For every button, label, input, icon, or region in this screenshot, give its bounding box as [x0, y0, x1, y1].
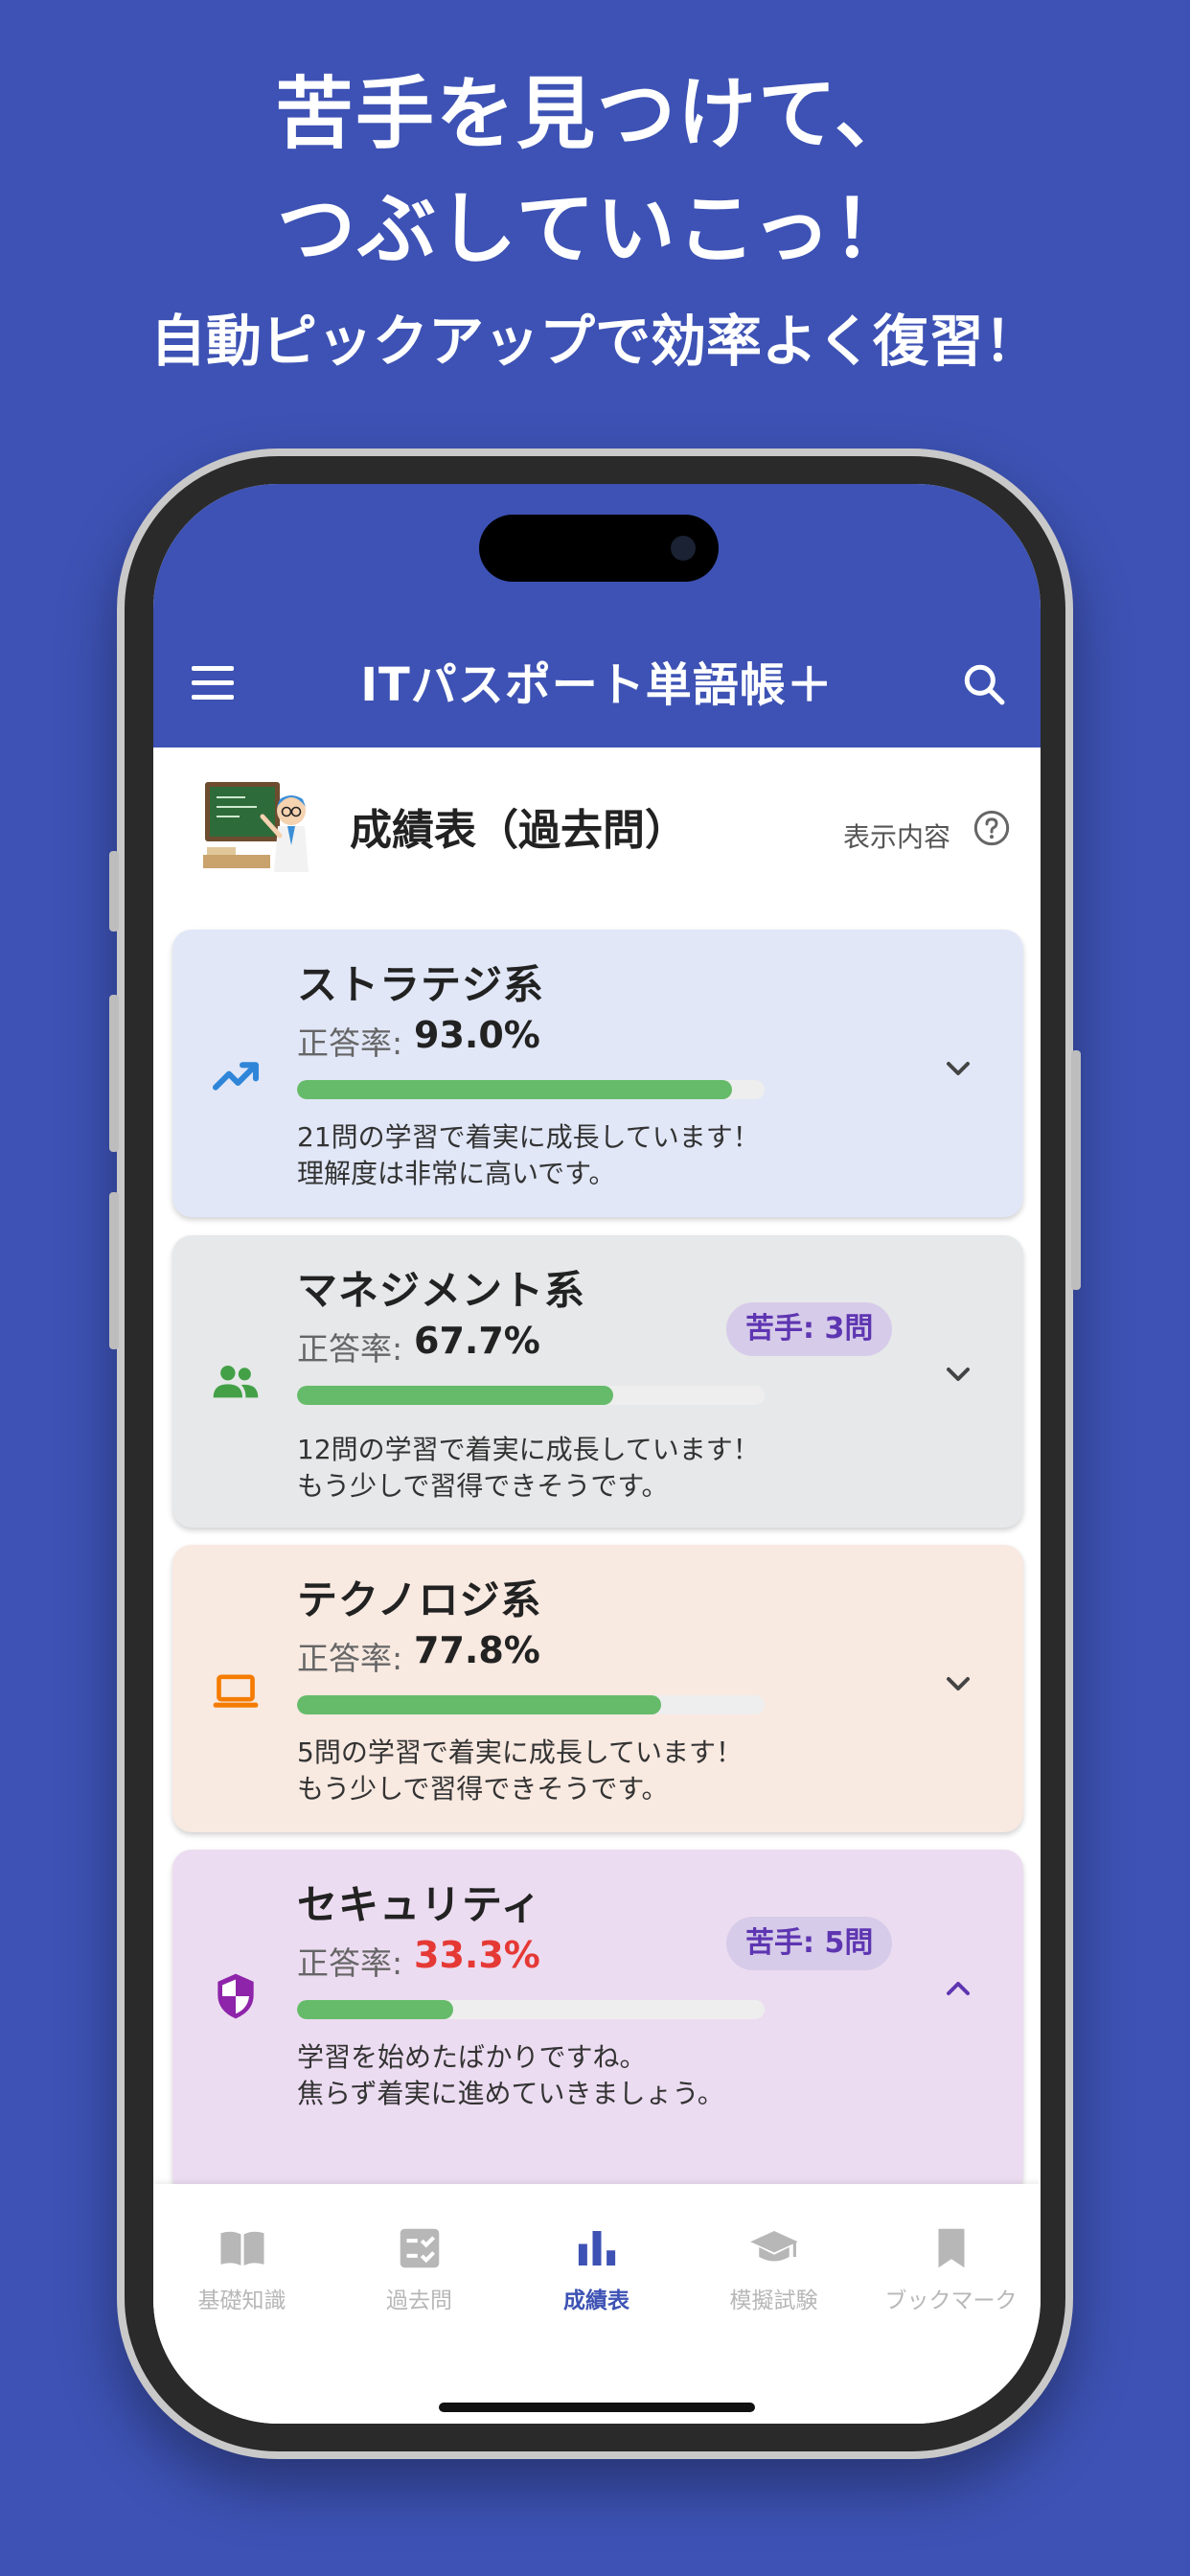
accuracy-progress-bar: [297, 2000, 765, 2019]
home-indicator[interactable]: [439, 2403, 755, 2412]
accuracy-progress-bar: [297, 1695, 765, 1714]
nav-label: 過去問: [386, 2288, 452, 2313]
chevron-down-icon[interactable]: [939, 1665, 977, 1703]
category-card-management[interactable]: マネジメント系 正答率: 67.7% 苦手: 3問 12問の学習で着実に成長して…: [172, 1235, 1023, 1528]
bottom-navigation: 基礎知識 過去問 成績表 模擬試験 ブックマーク: [153, 2184, 1041, 2424]
people-icon: [213, 1365, 259, 1398]
accuracy-progress-bar: [297, 1386, 765, 1405]
promo-line-2: つぶしていこっ！: [277, 184, 913, 275]
nav-item-past-exams[interactable]: 過去問: [331, 2222, 508, 2328]
chevron-up-icon[interactable]: [939, 1969, 977, 2008]
phone-mute-switch: [109, 851, 119, 932]
category-name: ストラテジ系: [297, 961, 545, 1008]
display-settings-label[interactable]: 表示内容: [843, 816, 950, 855]
progress-fill: [297, 1386, 614, 1405]
checklist-icon: [400, 2228, 439, 2268]
nav-label: ブックマーク: [884, 2288, 1018, 2313]
accuracy-progress-bar: [297, 1080, 765, 1099]
nav-item-mock-exam[interactable]: 模擬試験: [685, 2222, 862, 2328]
accuracy-value: 33.3%: [414, 1934, 540, 1976]
progress-message: 12問の学習で着実に成長しています！ もう少しで習得できそうです。: [297, 1432, 760, 1505]
nav-label: 模擬試験: [729, 2288, 818, 2313]
weak-questions-badge[interactable]: 苦手: 5問: [726, 1917, 893, 1970]
nav-label: 成績表: [563, 2288, 629, 2313]
page-header: 成績表（過去問） 表示内容: [153, 748, 1041, 915]
camera-dot: [671, 536, 696, 561]
progress-message-line-1: 学習を始めたばかりですね。: [297, 2041, 647, 2073]
progress-message-line-2: 焦らず着実に進めていきましょう。: [297, 2078, 724, 2109]
category-card-strategy[interactable]: ストラテジ系 正答率: 93.0% 21問の学習で着実に成長しています！ 理解度…: [172, 930, 1023, 1217]
phone-screen: ITパスポート単語帳＋ 成績表（過去問） 表示内容 ストラテジ系 正答率: 93…: [153, 484, 1041, 2424]
progress-message-line-2: もう少しで習得できそうです。: [297, 1773, 669, 1805]
dynamic-island: [479, 515, 719, 582]
progress-message: 学習を始めたばかりですね。 焦らず着実に進めていきましょう。: [297, 2039, 724, 2112]
category-card-security[interactable]: セキュリティ 正答率: 33.3% 苦手: 5問 学習を始めたばかりですね。 焦…: [172, 1850, 1023, 2195]
progress-fill: [297, 2000, 453, 2019]
accuracy-value: 77.8%: [414, 1629, 540, 1671]
progress-message-line-1: 12問の学習で着実に成長しています！: [297, 1434, 760, 1465]
bar-chart-icon: [578, 2231, 615, 2266]
promo-headline: 苦手を見つけて、 つぶしていこっ！ 自動ピックアップで効率よく復習！: [0, 58, 1190, 381]
category-name: マネジメント系: [297, 1267, 586, 1314]
help-icon[interactable]: [973, 809, 1011, 847]
chevron-down-icon[interactable]: [939, 1355, 977, 1393]
promo-line-3: 自動ピックアップで効率よく復習！: [149, 309, 1040, 374]
page-title: 成績表（過去問）: [350, 806, 687, 855]
teacher-illustration-icon: [203, 782, 309, 872]
accuracy-label: 正答率:: [297, 1640, 403, 1677]
weak-questions-badge[interactable]: 苦手: 3問: [726, 1302, 893, 1356]
nav-item-bookmark[interactable]: ブックマーク: [862, 2222, 1040, 2328]
progress-fill: [297, 1695, 661, 1714]
bookmark-icon: [938, 2228, 964, 2268]
progress-message: 21問の学習で着実に成長しています！ 理解度は非常に高いです。: [297, 1119, 760, 1192]
nav-item-scorecard[interactable]: 成績表: [508, 2222, 685, 2328]
accuracy-label: 正答率:: [297, 1024, 403, 1062]
book-icon: [220, 2231, 263, 2266]
progress-message-line-2: もう少しで習得できそうです。: [297, 1470, 669, 1502]
phone-power-button: [1071, 1050, 1081, 1290]
progress-message-line-1: 21問の学習で着実に成長しています！: [297, 1121, 760, 1153]
graduation-cap-icon: [749, 2231, 798, 2262]
category-name: テクノロジ系: [297, 1576, 542, 1623]
progress-message: 5問の学習で着実に成長しています！ もう少しで習得できそうです。: [297, 1735, 743, 1807]
progress-fill: [297, 1080, 732, 1099]
accuracy-label: 正答率:: [297, 1330, 403, 1368]
nav-label: 基礎知識: [197, 2288, 286, 2313]
category-card-technology[interactable]: テクノロジ系 正答率: 77.8% 5問の学習で着実に成長しています！ もう少し…: [172, 1545, 1023, 1832]
accuracy-value: 93.0%: [414, 1014, 540, 1056]
category-name: セキュリティ: [297, 1881, 542, 1928]
app-title: ITパスポート単語帳＋: [360, 658, 834, 712]
phone-volume-up: [109, 995, 119, 1152]
phone-volume-down: [109, 1192, 119, 1349]
chevron-down-icon[interactable]: [939, 1049, 977, 1088]
shield-icon: [217, 1973, 254, 2019]
search-icon[interactable]: [960, 660, 1008, 708]
progress-message-line-1: 5問の学習で着実に成長しています！: [297, 1736, 743, 1768]
progress-message-line-2: 理解度は非常に高いです。: [297, 1158, 616, 1189]
promo-line-1: 苦手を見つけて、: [275, 69, 915, 160]
nav-item-basic-knowledge[interactable]: 基礎知識: [153, 2222, 331, 2328]
accuracy-value: 67.7%: [414, 1320, 540, 1362]
trending-up-icon: [212, 1062, 260, 1091]
laptop-icon: [213, 1674, 259, 1708]
accuracy-label: 正答率:: [297, 1944, 403, 1982]
